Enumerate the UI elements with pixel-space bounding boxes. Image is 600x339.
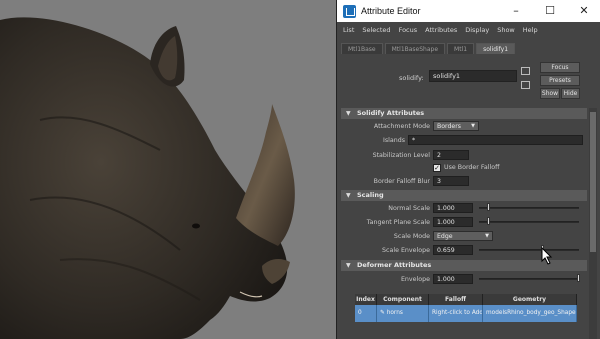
- show-button[interactable]: Show: [540, 88, 560, 99]
- section-solidify-attributes[interactable]: ▼ Solidify Attributes: [341, 108, 587, 119]
- go-to-input-icon[interactable]: [521, 67, 530, 75]
- envelope-field[interactable]: 1.000: [433, 274, 473, 284]
- maximize-button[interactable]: ☐: [539, 3, 561, 19]
- menu-selected[interactable]: Selected: [362, 26, 390, 34]
- menu-show[interactable]: Show: [497, 26, 515, 34]
- tangent-plane-scale-slider-handle[interactable]: [487, 217, 490, 225]
- cell-geometry[interactable]: modelsRhino_body_geo_Shape: [483, 305, 577, 322]
- window-title: Attribute Editor: [361, 6, 421, 16]
- collapse-arrow-icon: ▼: [346, 262, 351, 269]
- chevron-down-icon: ▼: [485, 233, 489, 239]
- column-header-geometry[interactable]: Geometry: [483, 294, 577, 305]
- attachment-mode-value: Borders: [437, 123, 461, 130]
- envelope-slider[interactable]: [479, 278, 579, 280]
- panel-scrollbar[interactable]: [589, 108, 597, 339]
- scale-envelope-field[interactable]: 0.659: [433, 245, 473, 255]
- column-header-index[interactable]: Index: [355, 294, 377, 305]
- cell-component-tag[interactable]: ✎ horns: [377, 305, 429, 322]
- use-border-falloff-checkbox[interactable]: ✓: [433, 164, 441, 172]
- node-name-row: solidify: solidify1 Focus Presets Show H…: [337, 57, 600, 105]
- envelope-slider-handle[interactable]: [577, 274, 580, 282]
- maya-app-icon: [343, 4, 356, 18]
- pencil-icon: ✎: [380, 310, 387, 316]
- section-scaling[interactable]: ▼ Scaling: [341, 190, 587, 201]
- tangent-plane-scale-field[interactable]: 1.000: [433, 217, 473, 227]
- menu-bar: List Selected Focus Attributes Display S…: [337, 22, 600, 38]
- tangent-plane-scale-label: Tangent Plane Scale: [366, 219, 430, 226]
- rhino-model[interactable]: [0, 0, 336, 339]
- collapse-arrow-icon: ▼: [346, 192, 351, 199]
- attachment-mode-label: Attachment Mode: [373, 123, 430, 130]
- normal-scale-slider[interactable]: [479, 207, 579, 209]
- column-header-component-tag[interactable]: Component Tag: [377, 294, 429, 314]
- stabilization-level-field[interactable]: 2: [433, 150, 469, 160]
- title-bar[interactable]: Attribute Editor – ☐ ✕: [337, 0, 600, 22]
- menu-focus[interactable]: Focus: [399, 26, 418, 34]
- attachment-mode-dropdown[interactable]: Borders ▼: [433, 121, 479, 131]
- menu-list[interactable]: List: [343, 26, 354, 34]
- border-falloff-blur-label: Border Falloff Blur: [373, 178, 430, 185]
- hide-button[interactable]: Hide: [561, 88, 580, 99]
- scale-mode-label: Scale Mode: [393, 233, 430, 240]
- focus-button[interactable]: Focus: [540, 62, 580, 73]
- scale-mode-dropdown[interactable]: Edge ▼: [433, 231, 493, 241]
- scale-envelope-slider[interactable]: [479, 249, 579, 251]
- cell-falloff[interactable]: Right-click to Add: [429, 305, 483, 322]
- section-title: Solidify Attributes: [357, 109, 425, 117]
- table-row[interactable]: 0 ✎ horns Right-click to Add modelsRhino…: [355, 305, 577, 322]
- column-header-falloff[interactable]: Falloff: [429, 294, 483, 305]
- node-tabs: Mtl1Base Mtl1BaseShape Mtl1 solidify1: [337, 40, 600, 54]
- section-title: Scaling: [357, 191, 384, 199]
- cell-index: 0: [355, 305, 377, 322]
- tab-mtl1baseshape[interactable]: Mtl1BaseShape: [384, 43, 446, 54]
- normal-scale-slider-handle[interactable]: [487, 203, 490, 211]
- scrollbar-thumb[interactable]: [590, 112, 596, 252]
- component-tag-value: horns: [386, 310, 403, 316]
- close-button[interactable]: ✕: [573, 3, 595, 19]
- node-name-field[interactable]: solidify1: [429, 70, 517, 82]
- stabilization-level-label: Stabilization Level: [372, 152, 430, 159]
- section-title: Deformer Attributes: [357, 261, 432, 269]
- minimize-button[interactable]: –: [505, 3, 527, 19]
- menu-attributes[interactable]: Attributes: [425, 26, 457, 34]
- presets-button[interactable]: Presets: [540, 75, 580, 86]
- scale-mode-value: Edge: [437, 233, 453, 240]
- tab-mtl1[interactable]: Mtl1: [447, 43, 475, 54]
- use-border-falloff-label: Use Border Falloff: [444, 164, 500, 171]
- islands-label: Islands: [382, 137, 405, 144]
- tab-solidify1[interactable]: solidify1: [476, 43, 516, 54]
- border-falloff-blur-field[interactable]: 3: [433, 176, 469, 186]
- attribute-editor-window: Attribute Editor – ☐ ✕ List Selected Foc…: [336, 0, 600, 339]
- tab-mtl1base[interactable]: Mtl1Base: [341, 43, 383, 54]
- scale-envelope-label: Scale Envelope: [382, 247, 430, 254]
- chevron-down-icon: ▼: [471, 123, 475, 129]
- attributes-panel: ▼ Solidify Attributes Attachment Mode Bo…: [341, 108, 587, 339]
- normal-scale-field[interactable]: 1.000: [433, 203, 473, 213]
- normal-scale-label: Normal Scale: [388, 205, 430, 212]
- islands-field[interactable]: *: [408, 135, 583, 145]
- collapse-arrow-icon: ▼: [346, 110, 351, 117]
- mouse-cursor-icon: [541, 247, 553, 265]
- menu-help[interactable]: Help: [523, 26, 538, 34]
- menu-display[interactable]: Display: [465, 26, 489, 34]
- table-header: Index Component Tag Falloff Geometry: [355, 294, 577, 314]
- go-to-output-icon[interactable]: [521, 81, 530, 89]
- node-name-label: solidify:: [399, 74, 424, 82]
- envelope-label: Envelope: [400, 276, 430, 283]
- tangent-plane-scale-slider[interactable]: [479, 221, 579, 223]
- viewport-3d[interactable]: [0, 0, 336, 339]
